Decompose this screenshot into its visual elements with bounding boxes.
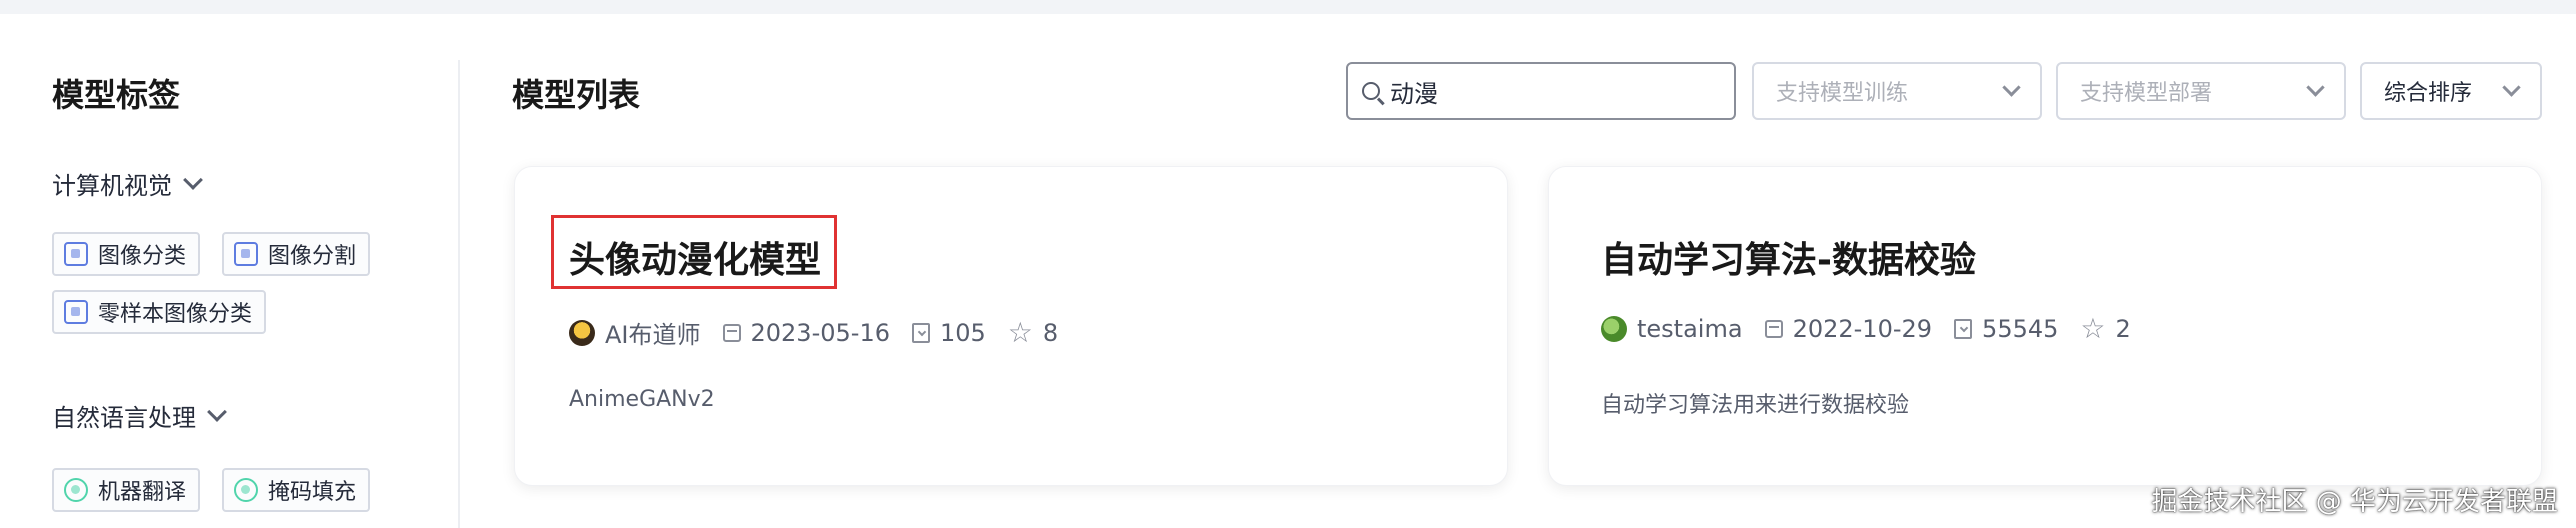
chevron-down-icon (2306, 77, 2325, 97)
tag-sidebar: 模型标签 计算机视觉 图像分类 图像分割 零样本图像分类 自然语言处理 机器翻译… (0, 14, 460, 528)
download-count: 55545 (1982, 315, 2059, 343)
avatar (569, 319, 595, 346)
author-name: AI布道师 (605, 321, 701, 349)
page-title: 模型列表 (512, 76, 641, 114)
deploy-support-select[interactable]: 支持模型部署 (2056, 62, 2346, 120)
star-count: 8 (1042, 318, 1059, 347)
search-input[interactable] (1390, 77, 1710, 105)
select-placeholder: 支持模型部署 (2080, 81, 2213, 106)
star-icon: ☆ (1007, 315, 1033, 349)
mask-fill-icon (234, 478, 258, 502)
tag-image-classification[interactable]: 图像分类 (52, 232, 201, 276)
model-title[interactable]: 自动学习算法-数据校验 (1601, 231, 1976, 283)
download-count: 105 (939, 318, 986, 347)
sidebar-title: 模型标签 (52, 76, 181, 114)
stars: ☆ 2 (2080, 312, 2131, 345)
calendar-icon (1764, 320, 1783, 338)
date: 2023-05-16 (722, 318, 890, 347)
chevron-down-icon (183, 169, 203, 190)
select-placeholder: 支持模型训练 (1776, 81, 1909, 106)
model-card[interactable]: 自动学习算法-数据校验 testaima 2022-10-29 55545 ☆ … (1548, 166, 2542, 486)
tag-label: 图像分类 (98, 244, 187, 269)
author-name: testaima (1637, 315, 1743, 343)
tag-label: 零样本图像分类 (98, 302, 253, 327)
author[interactable]: testaima (1601, 315, 1743, 343)
model-description: 自动学习算法用来进行数据校验 (1601, 393, 1910, 418)
top-band (0, 0, 2576, 14)
machine-translation-icon (64, 478, 88, 502)
select-value: 综合排序 (2384, 81, 2473, 106)
search-box[interactable] (1346, 62, 1736, 120)
date-text: 2022-10-29 (1792, 315, 1933, 343)
star-count: 2 (2115, 315, 2131, 343)
chevron-down-icon (2002, 77, 2021, 97)
group-header-cv[interactable]: 计算机视觉 (52, 166, 203, 201)
sidebar-divider (458, 60, 460, 528)
stars: ☆ 8 (1007, 315, 1059, 349)
tag-label: 图像分割 (268, 244, 357, 269)
downloads: 55545 (1954, 315, 2058, 343)
tag-label: 机器翻译 (98, 480, 187, 505)
model-meta: testaima 2022-10-29 55545 ☆ 2 (1601, 315, 2141, 343)
model-card[interactable]: 头像动漫化模型 AI布道师 2023-05-16 105 ☆ 8 AnimeGA… (514, 166, 1508, 486)
download-icon (1954, 319, 1973, 339)
avatar (1601, 316, 1627, 342)
train-support-select[interactable]: 支持模型训练 (1752, 62, 2042, 120)
zero-shot-classification-icon (64, 300, 88, 324)
tag-zero-shot-classification[interactable]: 零样本图像分类 (52, 290, 267, 334)
tag-label: 掩码填充 (268, 480, 357, 505)
tag-machine-translation[interactable]: 机器翻译 (52, 468, 201, 512)
group-label: 自然语言处理 (52, 404, 196, 432)
download-icon (911, 322, 930, 343)
group-header-nlp[interactable]: 自然语言处理 (52, 398, 227, 433)
star-icon: ☆ (2080, 312, 2106, 345)
downloads: 105 (911, 318, 986, 347)
image-segmentation-icon (234, 242, 258, 266)
tag-mask-fill[interactable]: 掩码填充 (222, 468, 371, 512)
watermark: 掘金技术社区 @ 华为云开发者联盟 (2151, 487, 2558, 517)
search-icon (1362, 82, 1380, 100)
author[interactable]: AI布道师 (569, 315, 701, 350)
date-text: 2023-05-16 (750, 318, 890, 347)
model-description: AnimeGANv2 (569, 387, 715, 412)
model-title[interactable]: 头像动漫化模型 (569, 231, 821, 283)
date: 2022-10-29 (1764, 315, 1933, 343)
group-label: 计算机视觉 (52, 172, 172, 200)
chevron-down-icon (2502, 77, 2521, 97)
tag-image-segmentation[interactable]: 图像分割 (222, 232, 371, 276)
calendar-icon (722, 323, 741, 342)
chevron-down-icon (207, 401, 227, 422)
sort-select[interactable]: 综合排序 (2360, 62, 2542, 120)
image-classification-icon (64, 242, 88, 266)
model-meta: AI布道师 2023-05-16 105 ☆ 8 (569, 315, 1068, 350)
